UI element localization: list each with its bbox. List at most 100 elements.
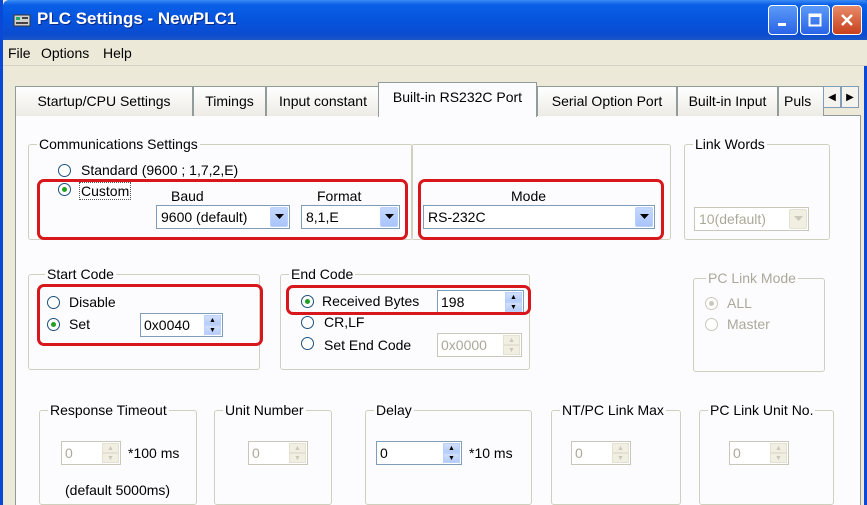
spin-up-icon[interactable]: ▲ xyxy=(770,443,787,453)
spin-up-icon[interactable]: ▲ xyxy=(612,443,629,453)
menu-help[interactable]: Help xyxy=(103,45,132,61)
response-timeout-spinner[interactable]: 0 ▲ ▼ xyxy=(61,441,121,465)
spin-down-icon[interactable]: ▼ xyxy=(102,453,119,463)
spin-down-icon[interactable]: ▼ xyxy=(503,345,520,355)
format-label: Format xyxy=(317,188,362,204)
response-timeout-value: 0 xyxy=(65,445,73,461)
mode-select[interactable]: RS-232C xyxy=(423,205,655,229)
set-end-code-spinner[interactable]: 0x0000 ▲ ▼ xyxy=(437,333,522,357)
radio-start-disable[interactable] xyxy=(47,296,60,309)
tab-startup-cpu[interactable]: Startup/CPU Settings xyxy=(15,86,193,116)
tab-serial-option-port[interactable]: Serial Option Port xyxy=(537,86,677,116)
menu-options[interactable]: Options xyxy=(41,45,89,61)
radio-start-set[interactable] xyxy=(47,318,60,331)
spin-up-icon[interactable]: ▲ xyxy=(289,443,306,453)
response-timeout-note: (default 5000ms) xyxy=(65,482,171,498)
spin-down-icon[interactable]: ▼ xyxy=(443,453,460,463)
received-bytes-label: Received Bytes xyxy=(322,293,420,309)
start-set-label: Set xyxy=(69,316,91,332)
maximize-button[interactable] xyxy=(800,5,830,35)
received-bytes-value: 198 xyxy=(441,294,465,310)
tab-input-constant[interactable]: Input constant xyxy=(266,86,380,116)
nt-pc-link-max-value: 0 xyxy=(575,445,583,461)
chevron-down-icon[interactable] xyxy=(789,209,807,229)
baud-value: 9600 (default) xyxy=(161,209,248,225)
radio-received-bytes[interactable] xyxy=(301,295,314,308)
spin-down-icon[interactable]: ▼ xyxy=(505,302,522,312)
pc-link-unit-no-label: PC Link Unit No. xyxy=(708,402,816,418)
response-timeout-unit: *100 ms xyxy=(128,445,180,461)
radio-crlf[interactable] xyxy=(301,316,314,329)
start-code-value: 0x0040 xyxy=(144,317,190,333)
spin-down-icon[interactable]: ▼ xyxy=(289,453,306,463)
menu-file[interactable]: File xyxy=(8,45,31,61)
baud-label: Baud xyxy=(171,188,204,204)
tab-scroll-left-icon[interactable]: ◀ xyxy=(823,86,841,108)
delay-unit: *10 ms xyxy=(469,445,513,461)
tab-builtin-rs232c[interactable]: Built-in RS232C Port xyxy=(378,82,537,117)
pc-link-all-label: ALL xyxy=(727,295,752,311)
radio-custom-label: Custom xyxy=(79,182,132,200)
radio-pc-link-master[interactable] xyxy=(705,318,718,331)
pc-link-unit-no-spinner[interactable]: 0 ▲ ▼ xyxy=(729,441,789,465)
nt-pc-link-max-label: NT/PC Link Max xyxy=(560,402,666,418)
chevron-down-icon[interactable] xyxy=(635,207,653,227)
radio-set-end-code[interactable] xyxy=(301,337,314,350)
radio-standard[interactable] xyxy=(58,164,71,177)
baud-select[interactable]: 9600 (default) xyxy=(156,205,290,229)
tab-strip: Startup/CPU Settings Timings Input const… xyxy=(15,82,861,117)
start-code-spinner[interactable]: 0x0040 ▲ ▼ xyxy=(140,313,223,337)
tab-scroll-arrows: ◀ ▶ xyxy=(823,86,859,108)
spin-down-icon[interactable]: ▼ xyxy=(770,453,787,463)
unit-number-label: Unit Number xyxy=(223,402,306,418)
crlf-label: CR,LF xyxy=(324,314,365,330)
delay-spinner[interactable]: 0 ▲ ▼ xyxy=(376,441,462,465)
pc-link-mode-label: PC Link Mode xyxy=(706,270,798,286)
link-words-select[interactable]: 10(default) xyxy=(694,207,809,231)
pc-link-master-label: Master xyxy=(727,316,770,332)
minimize-button[interactable] xyxy=(768,5,798,35)
received-bytes-spinner[interactable]: 198 ▲ ▼ xyxy=(437,290,524,314)
link-words-value: 10(default) xyxy=(699,211,766,227)
format-value: 8,1,E xyxy=(306,209,339,225)
spin-up-icon[interactable]: ▲ xyxy=(505,292,522,302)
plc-settings-window: PLC Settings - NewPLC1 File Options Help… xyxy=(0,0,867,505)
unit-number-spinner[interactable]: 0 ▲ ▼ xyxy=(248,441,308,465)
spin-down-icon[interactable]: ▼ xyxy=(612,453,629,463)
start-code-label: Start Code xyxy=(45,266,116,282)
link-words-label: Link Words xyxy=(693,136,767,152)
radio-standard-label: Standard (9600 ; 1,7,2,E) xyxy=(81,162,239,178)
radio-custom[interactable] xyxy=(58,183,71,196)
end-code-label: End Code xyxy=(289,266,356,282)
response-timeout-label: Response Timeout xyxy=(48,402,169,418)
menu-bar: File Options Help xyxy=(3,40,867,66)
nt-pc-link-max-spinner[interactable]: 0 ▲ ▼ xyxy=(571,441,631,465)
tab-puls[interactable]: Puls xyxy=(778,86,824,116)
chevron-down-icon[interactable] xyxy=(270,207,288,227)
communications-settings-label: Communications Settings xyxy=(37,136,200,152)
tab-scroll-right-icon[interactable]: ▶ xyxy=(841,86,859,108)
spin-up-icon[interactable]: ▲ xyxy=(102,443,119,453)
radio-pc-link-all[interactable] xyxy=(705,297,718,310)
chevron-down-icon[interactable] xyxy=(380,207,398,227)
title-bar[interactable]: PLC Settings - NewPLC1 xyxy=(3,0,867,40)
mode-value: RS-232C xyxy=(428,209,486,225)
spin-up-icon[interactable]: ▲ xyxy=(204,315,221,325)
plc-app-icon xyxy=(13,14,31,27)
spin-up-icon[interactable]: ▲ xyxy=(503,335,520,345)
window-title: PLC Settings - NewPLC1 xyxy=(37,9,237,28)
set-end-code-label: Set End Code xyxy=(324,337,412,353)
tab-builtin-input[interactable]: Built-in Input xyxy=(677,86,778,116)
maximize-icon xyxy=(808,13,822,27)
minimize-icon xyxy=(778,23,786,26)
pc-link-unit-no-value: 0 xyxy=(733,445,741,461)
unit-number-value: 0 xyxy=(252,445,260,461)
spin-up-icon[interactable]: ▲ xyxy=(443,443,460,453)
start-disable-label: Disable xyxy=(69,294,116,310)
mode-label: Mode xyxy=(511,188,547,204)
spin-down-icon[interactable]: ▼ xyxy=(204,325,221,335)
format-select[interactable]: 8,1,E xyxy=(301,205,400,229)
tab-timings[interactable]: Timings xyxy=(193,86,266,116)
delay-label: Delay xyxy=(374,402,414,418)
close-button[interactable] xyxy=(832,5,862,35)
